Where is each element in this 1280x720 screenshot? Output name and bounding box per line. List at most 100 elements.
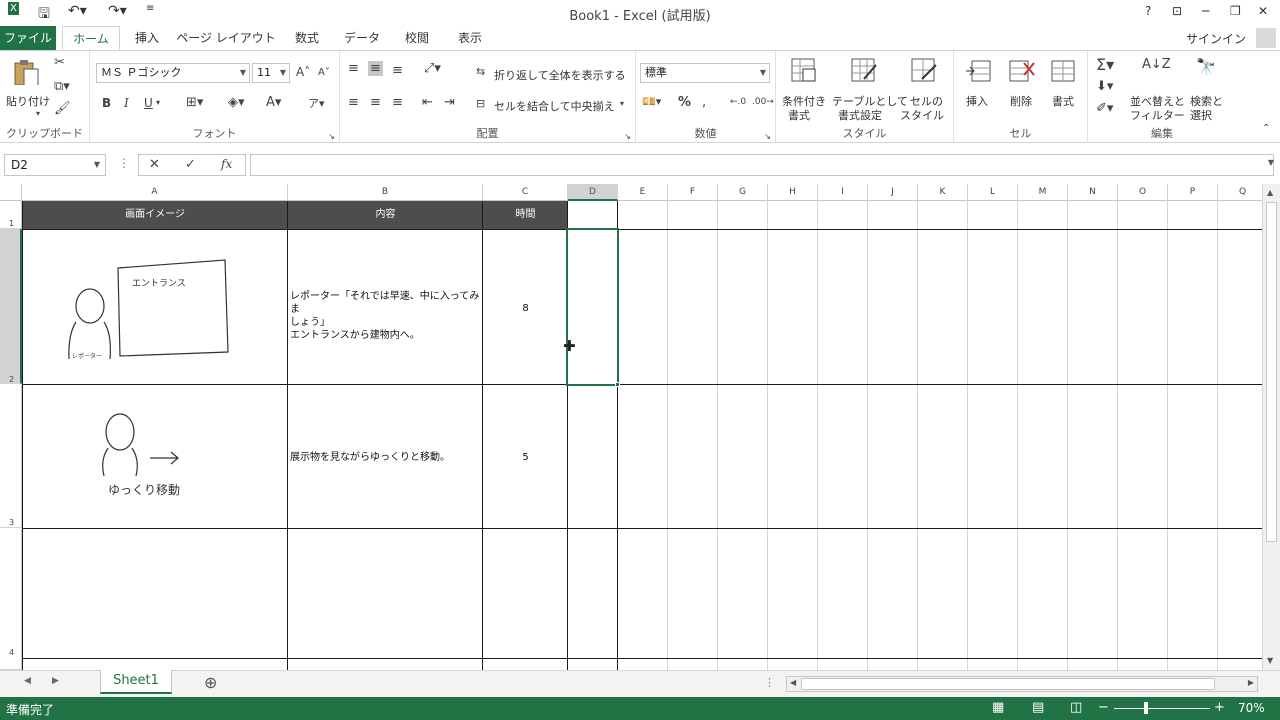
account-avatar[interactable] <box>1256 28 1276 48</box>
tab-view[interactable]: 表示 <box>448 26 492 50</box>
align-left-icon[interactable]: ≡ <box>348 95 359 110</box>
shrink-font-icon[interactable]: A˅ <box>318 67 330 78</box>
decrease-indent-icon[interactable]: ⇤ <box>422 95 433 110</box>
column-header[interactable]: O <box>1118 184 1168 201</box>
grow-font-icon[interactable]: A˄ <box>296 65 310 79</box>
column-header[interactable]: P <box>1168 184 1218 201</box>
font-name-combo[interactable]: ＭＳ Ｐゴシック ▼ <box>96 63 250 83</box>
paste-button[interactable]: 貼り付け <box>6 93 50 109</box>
signin-link[interactable]: サインイン <box>1186 30 1246 47</box>
name-box[interactable]: D2 ▼ <box>4 154 106 176</box>
column-header[interactable]: G <box>718 184 768 201</box>
delete-cells-button[interactable]: 削除 <box>1010 93 1032 109</box>
cancel-icon[interactable]: ✕ <box>149 157 160 172</box>
find-select-label2[interactable]: 選択 <box>1190 107 1212 123</box>
column-header[interactable]: E <box>618 184 668 201</box>
scroll-split-icon[interactable]: ⋮ <box>764 676 775 689</box>
column-header[interactable]: J <box>868 184 918 201</box>
column-header[interactable]: N <box>1068 184 1118 201</box>
table-header-cell[interactable]: 時間 <box>483 201 568 229</box>
column-header[interactable]: H <box>768 184 818 201</box>
fill-handle[interactable] <box>615 382 620 387</box>
worksheet-grid[interactable]: A B C D E F G H I J K L M N O P Q 1 2 3 … <box>0 184 1262 670</box>
tab-data[interactable]: データ <box>338 26 386 50</box>
font-dialog-launcher-icon[interactable]: ↘ <box>328 132 335 141</box>
zoom-level[interactable]: 70% <box>1238 701 1265 715</box>
top-align-icon[interactable]: ≡ <box>348 61 359 76</box>
page-break-view-icon[interactable]: ◫ <box>1070 700 1082 715</box>
number-dialog-launcher-icon[interactable]: ↘ <box>764 132 771 141</box>
insert-cells-button[interactable]: 挿入 <box>966 93 988 109</box>
restore-icon[interactable]: ❐ <box>1230 4 1241 18</box>
delete-cells-icon[interactable] <box>1008 57 1036 83</box>
cut-icon[interactable]: ✂ <box>54 55 65 70</box>
column-header[interactable]: Q <box>1218 184 1262 201</box>
sort-filter-icon[interactable]: A↓Z <box>1142 57 1171 72</box>
column-header[interactable]: K <box>918 184 968 201</box>
tab-page-layout[interactable]: ページ レイアウト <box>176 26 276 50</box>
merge-center-icon[interactable]: ⊟ <box>476 97 485 110</box>
expand-formula-bar-icon[interactable]: ▼ <box>1268 158 1274 167</box>
column-header[interactable]: B <box>288 184 483 201</box>
time-cell-row3[interactable]: 5 <box>483 451 568 464</box>
clear-icon[interactable]: ✐▾ <box>1096 101 1113 116</box>
insert-cells-icon[interactable] <box>964 57 992 83</box>
select-all-corner[interactable] <box>0 184 22 201</box>
bottom-align-icon[interactable]: ≡ <box>392 63 403 78</box>
decrease-decimal-icon[interactable]: .00→ <box>752 97 774 107</box>
vertical-scroll-thumb[interactable] <box>1266 202 1277 542</box>
active-cell-selection[interactable] <box>566 228 619 386</box>
zoom-slider-thumb[interactable] <box>1144 702 1148 714</box>
enter-icon[interactable]: ✓ <box>185 157 196 172</box>
autosum-icon[interactable]: Σ▾ <box>1096 55 1114 74</box>
conditional-formatting-label2[interactable]: 書式 <box>788 107 810 123</box>
wrap-text-button[interactable]: 折り返して全体を表示する <box>494 67 626 83</box>
collapse-ribbon-icon[interactable]: ⌃ <box>1262 123 1270 134</box>
zoom-out-icon[interactable]: − <box>1098 700 1109 715</box>
orientation-icon[interactable]: ⤢▾ <box>424 61 441 76</box>
comma-style-icon[interactable]: , <box>702 95 706 110</box>
format-as-table-label2[interactable]: 書式設定 <box>838 107 882 123</box>
wrap-text-icon[interactable]: ⇆ <box>476 65 485 78</box>
phonetic-icon[interactable]: ア▾ <box>308 95 325 111</box>
row-header[interactable]: 3 <box>0 384 22 528</box>
underline-dropdown-icon[interactable]: ▾ <box>156 98 160 107</box>
italic-button[interactable]: I <box>124 96 129 110</box>
tab-file[interactable]: ファイル <box>0 26 56 50</box>
align-right-icon[interactable]: ≡ <box>392 95 403 110</box>
accounting-format-icon[interactable]: 💴▾ <box>642 95 661 108</box>
column-header[interactable]: I <box>818 184 868 201</box>
column-header[interactable]: L <box>968 184 1018 201</box>
borders-icon[interactable]: ⊞▾ <box>186 95 203 110</box>
format-cells-button[interactable]: 書式 <box>1052 93 1074 109</box>
column-header[interactable]: F <box>668 184 718 201</box>
row-header[interactable]: 1 <box>0 201 22 229</box>
tab-home[interactable]: ホーム <box>62 26 120 50</box>
zoom-in-icon[interactable]: + <box>1214 700 1225 715</box>
fill-icon[interactable]: ⬇▾ <box>1096 79 1113 94</box>
scroll-down-icon[interactable]: ▼ <box>1267 656 1273 665</box>
minimize-icon[interactable]: ─ <box>1202 4 1209 18</box>
content-cell-row2[interactable]: レポーター「それでは早速、中に入ってみま しょう」 エントランスから建物内へ。 <box>290 290 480 342</box>
prev-sheet-icon[interactable]: ◀ <box>24 676 31 686</box>
time-cell-row2[interactable]: 8 <box>483 302 568 315</box>
vertical-scrollbar[interactable]: ▲ ▼ <box>1262 184 1280 670</box>
formula-input[interactable] <box>250 154 1274 176</box>
copy-icon[interactable]: ⧉▾ <box>54 79 70 94</box>
column-header[interactable]: M <box>1018 184 1068 201</box>
increase-indent-icon[interactable]: ⇥ <box>444 95 455 110</box>
content-cell-row3[interactable]: 展示物を見ながらゆっくりと移動。 <box>290 451 480 464</box>
cell-styles-label2[interactable]: スタイル <box>900 107 944 123</box>
row-header[interactable]: 2 <box>0 229 22 384</box>
tab-insert[interactable]: 挿入 <box>126 26 168 50</box>
ribbon-display-options-icon[interactable]: ⊡ <box>1172 4 1182 18</box>
paste-icon[interactable] <box>12 59 40 85</box>
table-header-cell[interactable]: 内容 <box>288 201 483 229</box>
font-size-combo[interactable]: 11 ▼ <box>252 63 290 83</box>
font-color-icon[interactable]: A▾ <box>266 95 281 110</box>
horizontal-scrollbar[interactable]: ◀ ▶ <box>786 676 1258 692</box>
sort-filter-label2[interactable]: フィルター <box>1130 107 1185 123</box>
normal-view-icon[interactable]: ▦ <box>992 700 1004 715</box>
sheet-tab[interactable]: Sheet1 <box>100 670 172 694</box>
bold-button[interactable]: B <box>102 96 111 110</box>
